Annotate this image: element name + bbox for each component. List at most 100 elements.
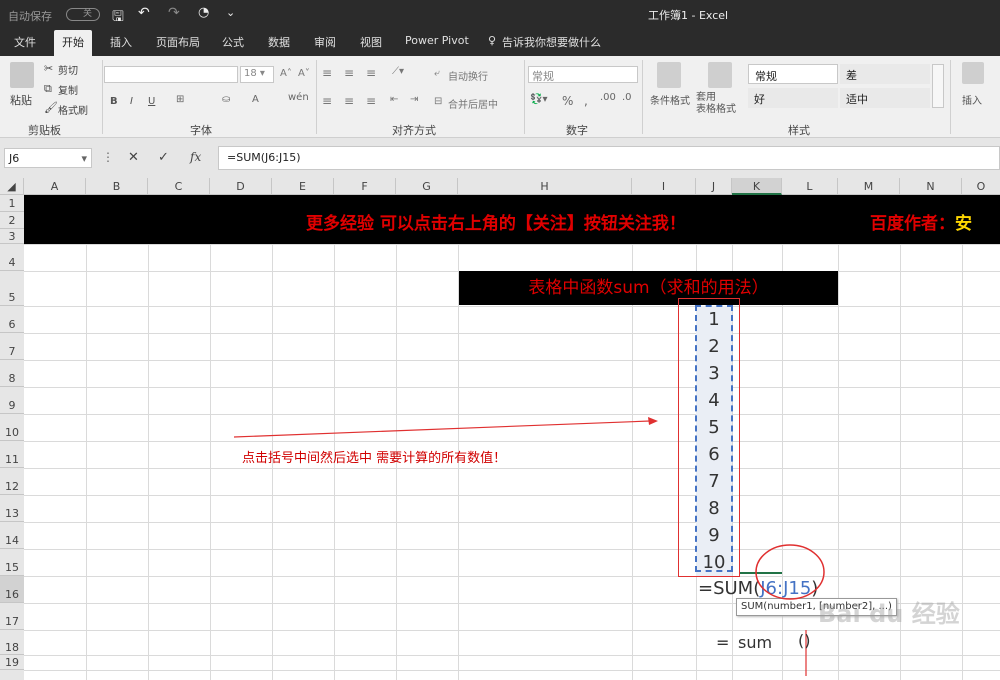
- row-header[interactable]: 15: [0, 549, 24, 576]
- row-header[interactable]: 19: [0, 655, 24, 670]
- enter-icon[interactable]: ✓: [158, 150, 169, 165]
- italic-icon[interactable]: I: [130, 96, 133, 107]
- column-header[interactable]: M: [838, 178, 900, 195]
- save-icon[interactable]: 🖫: [112, 6, 124, 30]
- row-header[interactable]: 10: [0, 414, 24, 441]
- tab-review[interactable]: 审阅: [314, 34, 336, 50]
- row-header[interactable]: 18: [0, 630, 24, 655]
- row-header[interactable]: 12: [0, 468, 24, 495]
- column-header[interactable]: C: [148, 178, 210, 195]
- indent-increase-icon[interactable]: ⇥: [410, 94, 418, 105]
- shrink-font-icon[interactable]: A˅: [298, 68, 310, 79]
- column-header[interactable]: A: [24, 178, 86, 195]
- undo-icon[interactable]: ↶: [138, 5, 150, 21]
- paste-icon[interactable]: [10, 62, 34, 88]
- border-icon[interactable]: ⊞: [176, 94, 184, 105]
- comma-icon[interactable]: ,: [584, 94, 588, 108]
- row-header[interactable]: 16: [0, 576, 24, 603]
- align-center-icon[interactable]: ≡: [344, 94, 354, 108]
- font-size-box[interactable]: 18 ▾: [240, 66, 274, 83]
- font-color-icon[interactable]: A: [252, 94, 259, 105]
- redo-icon[interactable]: ↷: [168, 5, 180, 21]
- row-header[interactable]: [0, 670, 24, 680]
- customize-qat-icon[interactable]: ⌄: [226, 6, 235, 19]
- column-header[interactable]: G: [396, 178, 458, 195]
- more-icon[interactable]: ⋮: [102, 150, 114, 164]
- decimal-increase-icon[interactable]: .00: [600, 92, 616, 103]
- merge-center-button[interactable]: 合并后居中: [448, 96, 498, 111]
- column-header[interactable]: N: [900, 178, 962, 195]
- tab-power-pivot[interactable]: Power Pivot: [405, 34, 469, 47]
- insert-function-icon[interactable]: fx: [190, 150, 201, 164]
- select-all-corner[interactable]: ◢: [0, 178, 24, 195]
- row-header[interactable]: 3: [0, 229, 24, 244]
- table-format-button[interactable]: 套用 表格格式: [696, 92, 736, 116]
- style-normal[interactable]: 常规: [748, 64, 838, 84]
- copy-button[interactable]: 复制: [58, 82, 78, 97]
- row-header[interactable]: 4: [0, 244, 24, 271]
- tab-home[interactable]: 开始: [54, 30, 92, 56]
- row-header[interactable]: 7: [0, 333, 24, 360]
- font-name-box[interactable]: [104, 66, 238, 83]
- cut-icon[interactable]: ✂: [44, 62, 53, 75]
- row-header[interactable]: 13: [0, 495, 24, 522]
- align-bottom-icon[interactable]: ≡: [366, 66, 376, 80]
- column-header[interactable]: F: [334, 178, 396, 195]
- style-bad[interactable]: 差: [840, 64, 930, 84]
- column-header[interactable]: H: [458, 178, 632, 195]
- tab-insert[interactable]: 插入: [110, 34, 132, 50]
- phonetic-icon[interactable]: wén: [288, 92, 309, 103]
- orientation-icon[interactable]: ⟋▾: [392, 66, 404, 77]
- tab-file[interactable]: 文件: [14, 34, 36, 50]
- fill-color-icon[interactable]: ⛀: [222, 94, 230, 105]
- column-header[interactable]: E: [272, 178, 334, 195]
- format-painter-icon[interactable]: 🖌: [44, 101, 58, 114]
- percent-icon[interactable]: %: [562, 94, 573, 108]
- number-format-box[interactable]: 常规: [528, 66, 638, 83]
- wrap-text-button[interactable]: 自动换行: [448, 68, 488, 83]
- row-header[interactable]: 14: [0, 522, 24, 549]
- row-header[interactable]: 1: [0, 195, 24, 212]
- autosave-toggle[interactable]: 关: [66, 8, 100, 21]
- insert-cells-icon[interactable]: [962, 62, 984, 84]
- name-box[interactable]: J6 ▾: [4, 148, 92, 168]
- insert-cells-button[interactable]: 插入: [962, 92, 982, 107]
- row-header[interactable]: 11: [0, 441, 24, 468]
- tell-me-icon[interactable]: ♀: [488, 34, 496, 47]
- styles-scroll[interactable]: [932, 64, 944, 108]
- cancel-icon[interactable]: ✕: [128, 150, 139, 165]
- row-header[interactable]: 17: [0, 603, 24, 630]
- tab-page-layout[interactable]: 页面布局: [156, 34, 200, 50]
- decimal-decrease-icon[interactable]: .0: [622, 92, 632, 103]
- conditional-format-button[interactable]: 条件格式: [650, 92, 690, 107]
- table-format-icon[interactable]: [708, 62, 732, 88]
- formula-input[interactable]: =SUM(J6:J15): [218, 146, 1000, 170]
- column-header[interactable]: K: [732, 178, 782, 195]
- grow-font-icon[interactable]: A˄: [280, 68, 292, 79]
- align-top-icon[interactable]: ≡: [322, 66, 332, 80]
- merge-center-icon[interactable]: ⊟: [434, 96, 442, 107]
- underline-icon[interactable]: U: [148, 96, 155, 107]
- copy-icon[interactable]: ⧉: [44, 82, 52, 96]
- align-left-icon[interactable]: ≡: [322, 94, 332, 108]
- paste-button[interactable]: 粘贴: [10, 92, 32, 108]
- row-header[interactable]: 8: [0, 360, 24, 387]
- preview-icon[interactable]: ◔: [198, 5, 209, 20]
- conditional-format-icon[interactable]: [657, 62, 681, 88]
- column-header[interactable]: J: [696, 178, 732, 195]
- row-header[interactable]: 9: [0, 387, 24, 414]
- column-header[interactable]: D: [210, 178, 272, 195]
- row-header[interactable]: 6: [0, 306, 24, 333]
- cut-button[interactable]: 剪切: [58, 62, 78, 77]
- style-neutral[interactable]: 适中: [840, 88, 930, 108]
- sheet-title-cell[interactable]: 表格中函数sum（求和的用法）: [459, 271, 838, 305]
- row-header[interactable]: 5: [0, 271, 24, 306]
- column-header[interactable]: I: [632, 178, 696, 195]
- tell-me-search[interactable]: 告诉我你想要做什么: [502, 34, 601, 50]
- bold-icon[interactable]: B: [110, 96, 118, 107]
- format-painter-button[interactable]: 格式刷: [58, 102, 88, 117]
- column-header[interactable]: B: [86, 178, 148, 195]
- currency-icon[interactable]: 💱▾: [530, 94, 547, 105]
- tab-data[interactable]: 数据: [268, 34, 290, 50]
- row-header[interactable]: 2: [0, 212, 24, 229]
